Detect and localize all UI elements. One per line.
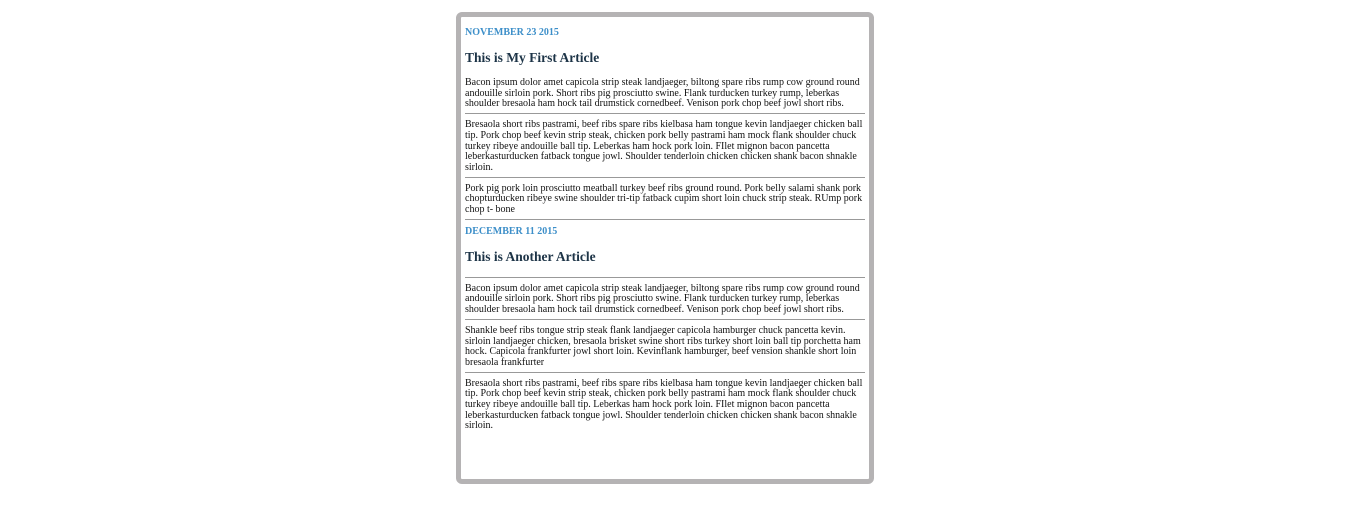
post-title: This is Another Article [465, 248, 596, 264]
title-divider [465, 276, 865, 278]
paragraph-divider [465, 371, 865, 373]
post-date: DECEMBER 11 2015 [465, 225, 558, 237]
article-paragraph: Bresaola short ribs pastrami, beef ribs … [465, 119, 863, 173]
post-date: NOVEMBER 23 2015 [465, 27, 559, 38]
paragraph-divider [465, 176, 865, 178]
article-first: NOVEMBER 23 2015 This is My First Articl… [465, 27, 865, 220]
blog-content: NOVEMBER 23 2015 This is My First Articl… [461, 17, 869, 435]
article-paragraph: Shankle beef ribs tongue strip steak fla… [465, 324, 861, 368]
paragraph-divider [465, 318, 865, 320]
paragraph-divider [465, 113, 865, 115]
article-paragraph: Bacon ipsum dolor amet capicola strip st… [465, 282, 860, 316]
blog-frame: NOVEMBER 23 2015 This is My First Articl… [456, 12, 874, 484]
article-paragraph: Pork pig pork loin prosciutto meatball t… [465, 182, 863, 216]
article-paragraph: Bresaola short ribs pastrami, beef ribs … [465, 377, 863, 432]
post-title: This is My First Article [465, 50, 600, 65]
article-paragraph: Bacon ipsum dolor amet capicola strip st… [465, 77, 860, 110]
article-second: DECEMBER 11 2015 This is Another Article… [465, 226, 865, 435]
article-divider [465, 218, 865, 220]
